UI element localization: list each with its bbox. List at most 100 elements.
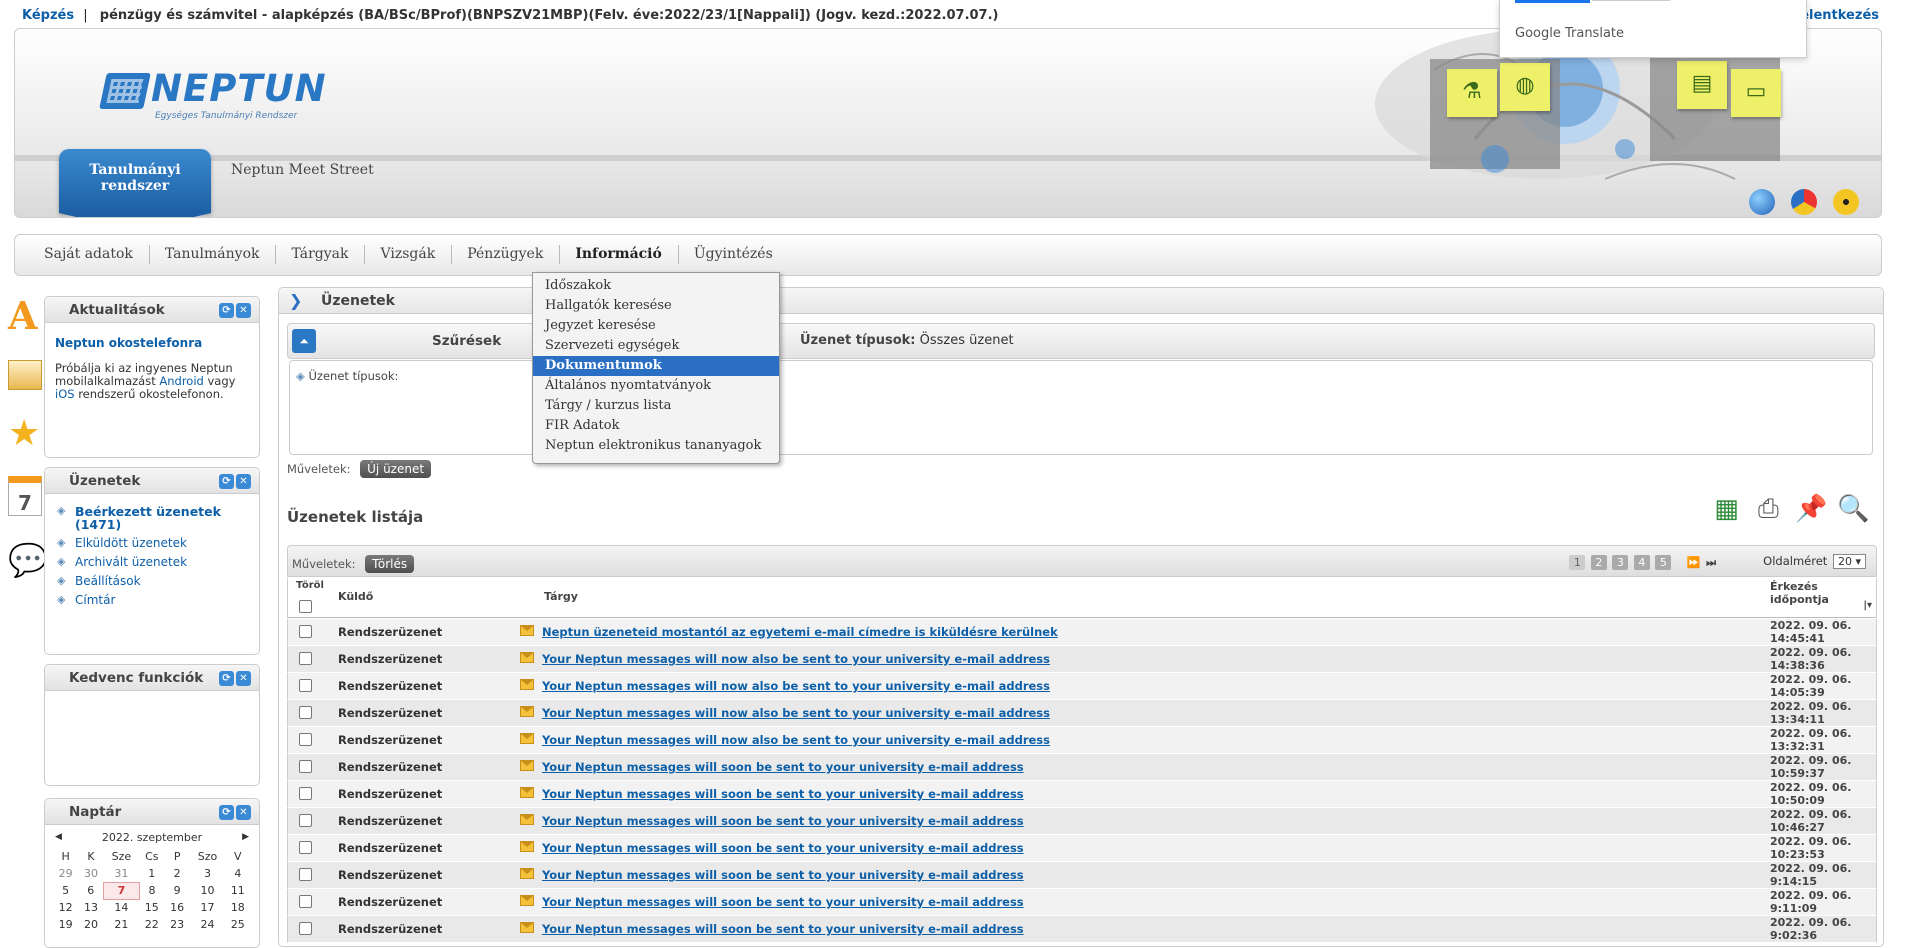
calendar-day[interactable]: 31 [104, 865, 139, 882]
refresh-icon[interactable]: ⟳ [219, 805, 234, 820]
row-checkbox[interactable] [299, 895, 312, 908]
calendar-day[interactable]: 24 [190, 916, 225, 933]
next-month-icon[interactable]: ▶ [242, 831, 249, 844]
menu-targyak[interactable]: Tárgyak [276, 245, 366, 264]
row-checkbox[interactable] [299, 625, 312, 638]
row-checkbox[interactable] [299, 679, 312, 692]
page-button[interactable]: 5 [1655, 555, 1672, 570]
collapse-filter-icon[interactable]: ⏶ [292, 329, 316, 353]
calendar-day[interactable]: 18 [225, 899, 250, 916]
close-icon[interactable]: ✕ [236, 303, 251, 318]
archived-link[interactable]: Archivált üzenetek [57, 553, 247, 572]
table-row[interactable]: Rendszerüzenet Your Neptun messages will… [287, 808, 1877, 835]
filter-bar[interactable]: ⏶ Szűrések Üzenet típusok: Összes üzenet [287, 323, 1875, 359]
col-date-header[interactable]: Érkezés időpontja [1770, 580, 1870, 606]
table-row[interactable]: Rendszerüzenet Your Neptun messages will… [287, 673, 1877, 700]
row-subject-link[interactable]: Your Neptun messages will soon be sent t… [542, 841, 1024, 855]
row-subject-link[interactable]: Your Neptun messages will soon be sent t… [542, 922, 1024, 936]
prev-month-icon[interactable]: ◀ [55, 831, 62, 844]
forum-shortcut-icon[interactable]: 💬 [8, 540, 48, 580]
table-row[interactable]: Rendszerüzenet Neptun üzeneteid mostantó… [287, 619, 1877, 646]
calendar-day[interactable]: 12 [53, 899, 78, 916]
news-headline[interactable]: Neptun okostelefonra [55, 337, 249, 350]
calendar-day[interactable]: 17 [190, 899, 225, 916]
row-subject-link[interactable]: Your Neptun messages will now also be se… [542, 652, 1050, 666]
refresh-icon[interactable]: ⟳ [219, 303, 234, 318]
tab-tanulmanyi-rendszer[interactable]: Tanulmányi rendszer [59, 149, 211, 217]
row-checkbox[interactable] [299, 922, 312, 935]
next-page-icon[interactable]: ⏩ [1687, 555, 1701, 570]
row-checkbox[interactable] [299, 760, 312, 773]
inbox-link[interactable]: Beérkezett üzenetek (1471) [57, 502, 247, 534]
row-checkbox[interactable] [299, 814, 312, 827]
calendar-day[interactable]: 16 [164, 899, 189, 916]
table-row[interactable]: Rendszerüzenet Your Neptun messages will… [287, 781, 1877, 808]
kepzes-link[interactable]: Képzés [22, 8, 74, 23]
row-checkbox[interactable] [299, 868, 312, 881]
aktualitasok-shortcut-icon[interactable]: A [8, 296, 42, 336]
row-subject-link[interactable]: Your Neptun messages will soon be sent t… [542, 895, 1024, 909]
menu-vizsgak[interactable]: Vizsgák [365, 245, 453, 264]
table-row[interactable]: Rendszerüzenet Your Neptun messages will… [287, 862, 1877, 889]
excel-export-icon[interactable]: ▦ [1712, 494, 1742, 528]
calendar-day[interactable]: 3 [190, 865, 225, 882]
select-all-checkbox[interactable] [299, 600, 312, 613]
row-checkbox[interactable] [299, 841, 312, 854]
dropdown-item-elektronikus-tananyagok[interactable]: Neptun elektronikus tananyagok [533, 436, 779, 456]
calendar-day[interactable]: 2 [164, 865, 189, 882]
page-button[interactable]: 2 [1590, 555, 1607, 570]
calendar-shortcut-icon[interactable]: 7 [8, 476, 42, 516]
table-row[interactable]: Rendszerüzenet Your Neptun messages will… [287, 835, 1877, 862]
close-icon[interactable]: ✕ [236, 805, 251, 820]
dropdown-item-altalanos-nyomtatvanyok[interactable]: Általános nyomtatványok [533, 376, 779, 396]
search-icon[interactable]: 🔍 [1837, 494, 1869, 528]
new-message-button[interactable]: Új üzenet [360, 460, 432, 478]
dropdown-item-szervezeti-egysegek[interactable]: Szervezeti egységek [533, 336, 779, 356]
dropdown-item-hallgatok-keresese[interactable]: Hallgatók keresése [533, 296, 779, 316]
row-subject-link[interactable]: Your Neptun messages will now also be se… [542, 679, 1050, 693]
delete-button[interactable]: Törlés [365, 555, 415, 573]
calendar-day[interactable]: 20 [78, 916, 103, 933]
calendar-day[interactable]: 1 [139, 865, 164, 882]
menu-tanulmanyok[interactable]: Tanulmányok [150, 245, 277, 264]
dropdown-item-dokumentumok[interactable]: Dokumentumok [533, 356, 779, 376]
sort-desc-icon[interactable]: |▾ [1863, 600, 1872, 611]
ios-link[interactable]: iOS [55, 387, 75, 401]
refresh-icon[interactable]: ⟳ [219, 474, 234, 489]
row-subject-link[interactable]: Your Neptun messages will now also be se… [542, 733, 1050, 747]
dropdown-item-jegyzet-keresese[interactable]: Jegyzet keresése [533, 316, 779, 336]
menu-penzugyek[interactable]: Pénzügyek [452, 245, 561, 264]
calendar-day[interactable]: 6 [78, 882, 103, 899]
page-button[interactable]: 3 [1612, 555, 1629, 570]
close-icon[interactable]: ✕ [236, 474, 251, 489]
row-checkbox[interactable] [299, 706, 312, 719]
table-row[interactable]: Rendszerüzenet Your Neptun messages will… [287, 889, 1877, 916]
pin-icon[interactable]: 📌 [1795, 494, 1827, 528]
calendar-day[interactable]: 30 [78, 865, 103, 882]
sent-link[interactable]: Elküldött üzenetek [57, 534, 247, 553]
refresh-icon[interactable]: ⟳ [219, 671, 234, 686]
dropdown-item-fir-adatok[interactable]: FIR Adatok [533, 416, 779, 436]
last-page-icon[interactable]: ⏭ [1706, 555, 1716, 570]
row-subject-link[interactable]: Your Neptun messages will now also be se… [542, 706, 1050, 720]
calendar-day[interactable]: 9 [164, 882, 189, 899]
calendar-day[interactable]: 11 [225, 882, 250, 899]
page-size-select[interactable]: 20 ▾ [1832, 554, 1866, 569]
calendar-day[interactable]: 8 [139, 882, 164, 899]
android-link[interactable]: Android [159, 374, 203, 388]
page-button[interactable]: 1 [1569, 555, 1586, 570]
calendar-day-today[interactable]: 7 [103, 881, 140, 900]
language-globe-icon[interactable] [1749, 189, 1775, 215]
col-sender-header[interactable]: Küldő [338, 590, 373, 603]
table-row[interactable]: Rendszerüzenet Your Neptun messages will… [287, 727, 1877, 754]
menu-ugyintezes[interactable]: Ügyintézés [679, 245, 789, 264]
favorites-shortcut-icon[interactable]: ★ [8, 414, 42, 454]
row-subject-link[interactable]: Your Neptun messages will soon be sent t… [542, 760, 1024, 774]
calendar-day[interactable]: 10 [190, 882, 225, 899]
logout-link[interactable]: elentkezés [1800, 8, 1879, 23]
row-subject-link[interactable]: Your Neptun messages will soon be sent t… [542, 868, 1024, 882]
menu-informacio[interactable]: Információ [560, 245, 679, 264]
row-checkbox[interactable] [299, 733, 312, 746]
calendar-day[interactable]: 4 [225, 865, 250, 882]
print-icon[interactable]: ⎙ [1753, 494, 1783, 528]
